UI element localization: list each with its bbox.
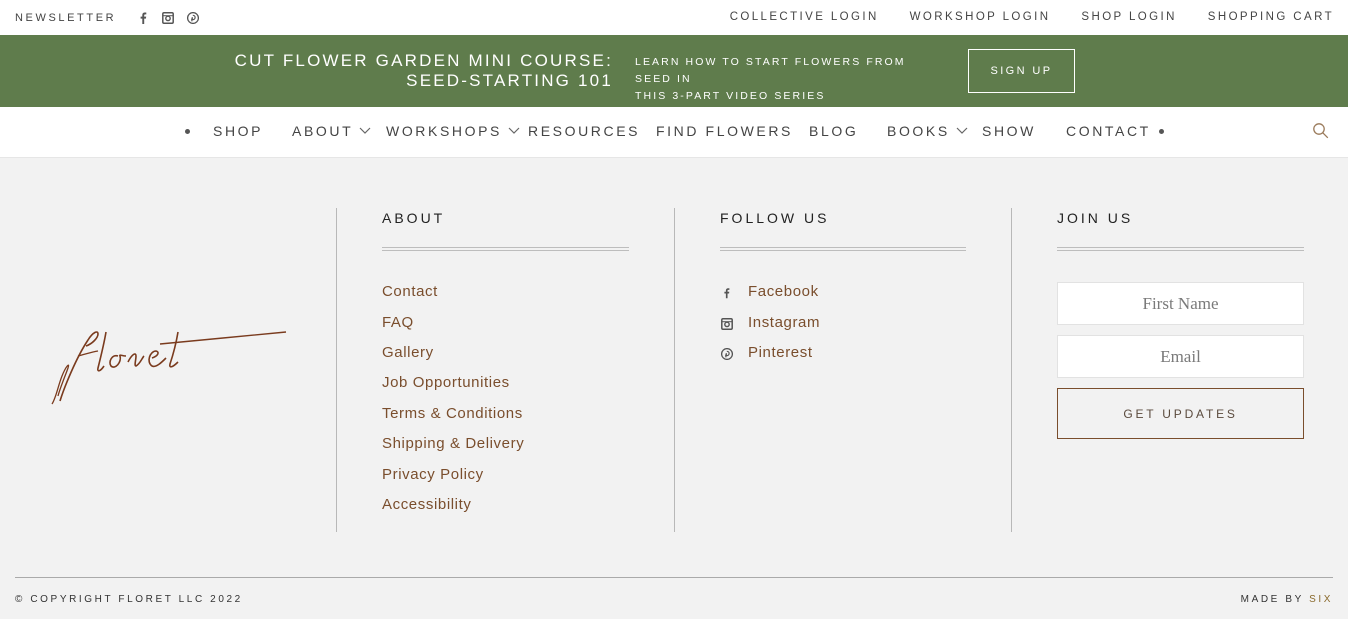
footer-link-contact[interactable]: Contact [382, 283, 438, 300]
footer-link-gallery[interactable]: Gallery [382, 344, 434, 361]
shopping-cart-link[interactable]: SHOPPING CART [1208, 11, 1334, 23]
floret-logo[interactable]: floret [48, 318, 288, 408]
course-description: LEARN HOW TO START FLOWERS FROM SEED IN … [635, 56, 906, 102]
copyright-text: © COPYRIGHT FLORET LLC 2022 [15, 594, 243, 605]
main-nav: SHOP ABOUT WORKSHOPS RESOURCES FIND FLOW… [0, 107, 1348, 158]
search-icon[interactable] [1312, 122, 1329, 139]
about-heading: ABOUT [382, 210, 446, 226]
made-by-six-link[interactable]: SIX [1309, 594, 1333, 605]
follow-facebook-link[interactable]: Facebook [720, 283, 840, 303]
chevron-down-icon [956, 127, 968, 134]
nav-item-contact[interactable]: CONTACT [1066, 123, 1151, 139]
get-updates-button[interactable]: GET UPDATES [1057, 388, 1304, 439]
footer-link-accessibility[interactable]: Accessibility [382, 496, 472, 513]
column-divider [674, 208, 675, 532]
top-bar: NEWSLETTER COLLECTIVE LOGIN WORKSHOP LOG… [0, 0, 1348, 35]
collective-login-link[interactable]: COLLECTIVE LOGIN [730, 11, 879, 23]
nav-divider-dot [185, 129, 190, 134]
made-by-credit: MADE BY SIX [1240, 594, 1333, 605]
footer-link-job-opportunities[interactable]: Job Opportunities [382, 374, 510, 391]
course-title[interactable]: CUT FLOWER GARDEN MINI COURSE: SEED-STAR… [235, 51, 613, 91]
nav-item-find-flowers[interactable]: FIND FLOWERS [656, 123, 793, 139]
pinterest-icon[interactable] [186, 11, 199, 24]
shop-login-link[interactable]: SHOP LOGIN [1081, 11, 1176, 23]
heading-rule [382, 247, 629, 251]
instagram-icon[interactable] [161, 11, 174, 24]
chevron-down-icon [359, 127, 371, 134]
footer-link-faq[interactable]: FAQ [382, 314, 414, 331]
follow-pinterest-link[interactable]: Pinterest [720, 344, 840, 364]
footer-divider [15, 577, 1333, 578]
follow-instagram-link[interactable]: Instagram [720, 314, 840, 334]
nav-divider-dot [1159, 129, 1164, 134]
nav-item-workshops[interactable]: WORKSHOPS [386, 123, 520, 139]
footer-link-terms[interactable]: Terms & Conditions [382, 405, 523, 422]
logo-text: floret [48, 318, 51, 319]
site-footer: floret ABOUT Contact FAQ Gallery Job Opp… [0, 158, 1348, 619]
pinterest-icon [720, 347, 733, 360]
column-divider [336, 208, 337, 532]
nav-item-books[interactable]: BOOKS [887, 123, 968, 139]
nav-item-resources[interactable]: RESOURCES [528, 123, 640, 139]
heading-rule [1057, 247, 1304, 251]
join-us-heading: JOIN US [1057, 210, 1134, 226]
chevron-down-icon [508, 127, 520, 134]
column-divider [1011, 208, 1012, 532]
heading-rule [720, 247, 966, 251]
sign-up-button[interactable]: SIGN UP [968, 49, 1075, 93]
instagram-icon [720, 317, 733, 330]
nav-item-shop[interactable]: SHOP [213, 123, 263, 139]
follow-us-heading: FOLLOW US [720, 210, 830, 226]
newsletter-link[interactable]: NEWSLETTER [15, 12, 116, 24]
nav-item-blog[interactable]: BLOG [809, 123, 858, 139]
footer-link-shipping[interactable]: Shipping & Delivery [382, 435, 524, 452]
nav-item-about[interactable]: ABOUT [292, 123, 371, 139]
workshop-login-link[interactable]: WORKSHOP LOGIN [910, 11, 1051, 23]
nav-item-show[interactable]: SHOW [982, 123, 1036, 139]
first-name-input[interactable] [1057, 282, 1304, 325]
email-input[interactable] [1057, 335, 1304, 378]
facebook-icon [720, 286, 733, 299]
promo-banner: CUT FLOWER GARDEN MINI COURSE: SEED-STAR… [0, 35, 1348, 107]
footer-link-privacy[interactable]: Privacy Policy [382, 466, 484, 483]
facebook-icon[interactable] [136, 11, 149, 24]
